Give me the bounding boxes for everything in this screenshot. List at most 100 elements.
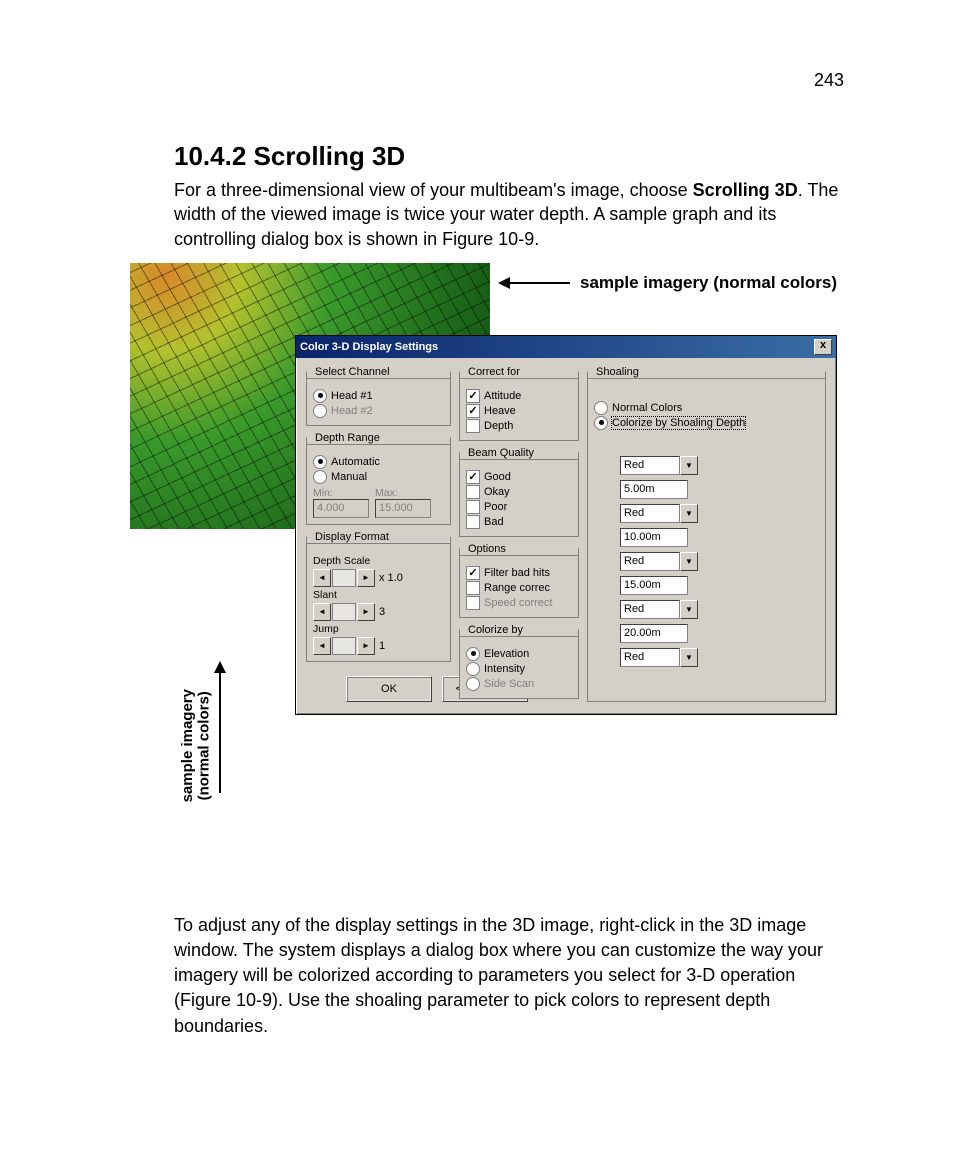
check-bad-label: Bad — [484, 516, 504, 528]
check-filter[interactable]: Filter bad hits — [466, 566, 572, 580]
radio-normal-colors[interactable]: Normal Colors — [594, 401, 819, 415]
spin-right-icon[interactable]: ► — [357, 603, 375, 621]
radio-head1[interactable]: Head #1 — [313, 389, 444, 403]
radio-manual[interactable]: Manual — [313, 470, 444, 484]
chevron-down-icon[interactable]: ▼ — [680, 648, 698, 667]
check-range[interactable]: Range correc — [466, 581, 572, 595]
dialog-titlebar[interactable]: Color 3-D Display Settings x — [296, 336, 836, 358]
spin-right-icon[interactable]: ► — [357, 637, 375, 655]
slant-spinner[interactable]: ◄ ► 3 — [313, 603, 444, 621]
check-heave[interactable]: Heave — [466, 404, 572, 418]
radio-colorize-shoaling[interactable]: Colorize by Shoaling Depth — [594, 416, 819, 430]
shoal-color-value: Red — [620, 456, 680, 475]
shoal-color-select-1[interactable]: Red ▼ — [620, 504, 698, 523]
max-label: Max: — [375, 487, 431, 499]
beam-quality-group: Beam Quality Good Okay Poor — [459, 447, 579, 537]
chevron-down-icon[interactable]: ▼ — [680, 504, 698, 523]
check-poor-label: Poor — [484, 501, 507, 513]
options-group: Options Filter bad hits Range correc Spe… — [459, 543, 579, 618]
check-range-label: Range correc — [484, 582, 550, 594]
spin-left-icon[interactable]: ◄ — [313, 603, 331, 621]
top-callout-label: sample imagery (normal colors) — [580, 273, 837, 293]
arrow-left-icon — [500, 282, 570, 284]
checkbox-icon — [466, 566, 480, 580]
checkbox-icon — [466, 515, 480, 529]
check-depth-label: Depth — [484, 420, 513, 432]
select-channel-legend: Select Channel — [313, 366, 392, 378]
depth-scale-value: x 1.0 — [379, 572, 403, 584]
checkbox-icon — [466, 500, 480, 514]
shoal-color-value: Red — [620, 600, 680, 619]
slant-label: Slant — [313, 589, 444, 601]
arrow-up-icon — [219, 663, 221, 793]
depth-range-group: Depth Range Automatic Manual Min: — [306, 432, 451, 525]
chevron-down-icon[interactable]: ▼ — [680, 600, 698, 619]
radio-icon — [466, 677, 480, 691]
correct-for-legend: Correct for — [466, 366, 522, 378]
chevron-down-icon[interactable]: ▼ — [680, 552, 698, 571]
spin-track[interactable] — [332, 637, 356, 655]
check-okay-label: Okay — [484, 486, 510, 498]
checkbox-icon — [466, 470, 480, 484]
shoaling-legend: Shoaling — [594, 366, 641, 378]
jump-spinner[interactable]: ◄ ► 1 — [313, 637, 444, 655]
radio-icon — [466, 647, 480, 661]
shoal-color-select-3[interactable]: Red ▼ — [620, 600, 698, 619]
radio-intensity[interactable]: Intensity — [466, 662, 572, 676]
min-input: 4.000 — [313, 499, 369, 518]
close-button[interactable]: x — [814, 339, 832, 355]
shoal-depth-2[interactable]: 15.00m — [620, 576, 688, 595]
radio-sidescan-label: Side Scan — [484, 678, 534, 690]
check-depth[interactable]: Depth — [466, 419, 572, 433]
jump-value: 1 — [379, 640, 385, 652]
checkbox-icon — [466, 581, 480, 595]
options-legend: Options — [466, 543, 508, 555]
check-attitude[interactable]: Attitude — [466, 389, 572, 403]
shoal-color-value: Red — [620, 552, 680, 571]
intro-bold: Scrolling 3D — [693, 180, 798, 200]
radio-intensity-label: Intensity — [484, 663, 525, 675]
radio-icon — [313, 455, 327, 469]
side-callout: sample imagery (normal colors) — [180, 663, 221, 803]
checkbox-icon — [466, 404, 480, 418]
section-heading: 10.4.2 Scrolling 3D — [174, 141, 844, 172]
shoal-color-select-4[interactable]: Red ▼ — [620, 648, 698, 667]
radio-elevation[interactable]: Elevation — [466, 647, 572, 661]
radio-elevation-label: Elevation — [484, 648, 529, 660]
radio-sidescan: Side Scan — [466, 677, 572, 691]
shoal-color-select-0[interactable]: Red ▼ — [620, 456, 698, 475]
colorize-by-group: Colorize by Elevation Intensity Side Sca… — [459, 624, 579, 699]
color-3d-settings-dialog: Color 3-D Display Settings x Select Chan… — [295, 335, 837, 715]
shoal-depth-3[interactable]: 20.00m — [620, 624, 688, 643]
check-good[interactable]: Good — [466, 470, 572, 484]
check-okay[interactable]: Okay — [466, 485, 572, 499]
top-callout: sample imagery (normal colors) — [490, 273, 837, 293]
checkbox-icon — [466, 596, 480, 610]
shoal-depth-1[interactable]: 10.00m — [620, 528, 688, 547]
spin-right-icon[interactable]: ► — [357, 569, 375, 587]
chevron-down-icon[interactable]: ▼ — [680, 456, 698, 475]
radio-automatic[interactable]: Automatic — [313, 455, 444, 469]
lower-paragraph: To adjust any of the display settings in… — [174, 913, 844, 1039]
figure: sample imagery (normal colors) sample im… — [130, 263, 844, 803]
spin-left-icon[interactable]: ◄ — [313, 569, 331, 587]
spin-track[interactable] — [332, 569, 356, 587]
spin-track[interactable] — [332, 603, 356, 621]
radio-icon — [313, 389, 327, 403]
check-attitude-label: Attitude — [484, 390, 521, 402]
shoal-color-value: Red — [620, 648, 680, 667]
radio-icon — [594, 416, 608, 430]
ok-button[interactable]: OK — [346, 676, 432, 702]
page-number: 243 — [130, 70, 844, 91]
side-callout-line2: (normal colors) — [196, 692, 213, 801]
radio-head2-label: Head #2 — [331, 405, 373, 417]
intro-pre: For a three-dimensional view of your mul… — [174, 180, 693, 200]
spin-left-icon[interactable]: ◄ — [313, 637, 331, 655]
check-poor[interactable]: Poor — [466, 500, 572, 514]
shoal-color-select-2[interactable]: Red ▼ — [620, 552, 698, 571]
shoal-depth-0[interactable]: 5.00m — [620, 480, 688, 499]
min-label: Min: — [313, 487, 369, 499]
check-bad[interactable]: Bad — [466, 515, 572, 529]
depth-scale-spinner[interactable]: ◄ ► x 1.0 — [313, 569, 444, 587]
radio-icon — [313, 470, 327, 484]
